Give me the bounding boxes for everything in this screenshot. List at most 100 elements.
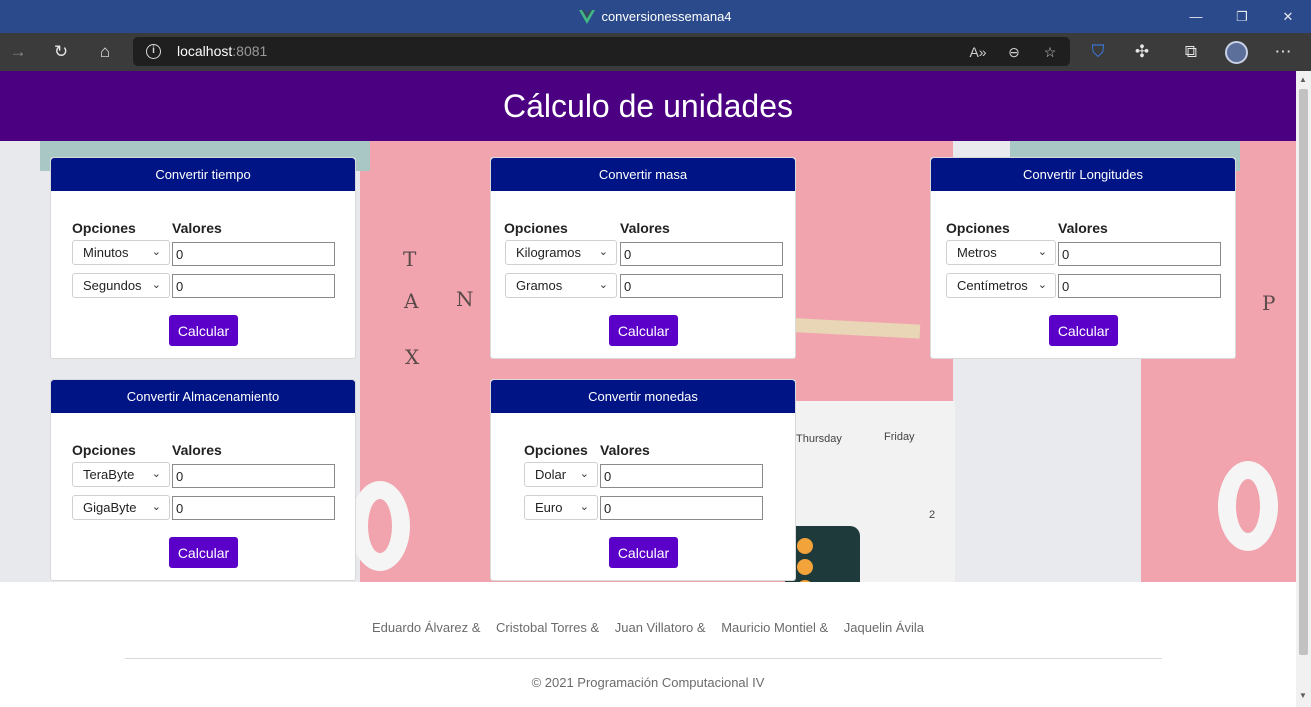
window-titlebar: conversionessemana4 — ❐ ✕ (0, 0, 1311, 33)
vue-logo-icon (579, 9, 596, 24)
minimize-icon[interactable]: — (1173, 0, 1219, 33)
unit-select-value: Kilogramos (516, 245, 582, 260)
unit-select-value: Minutos (83, 245, 129, 260)
card-title: Convertir Almacenamiento (51, 380, 355, 413)
unit-select-2[interactable]: Gramos ⌄ (505, 273, 617, 298)
scroll-up-icon[interactable]: ▲ (1299, 75, 1307, 84)
window-title-container: conversionessemana4 (0, 0, 1311, 33)
calculate-button[interactable]: Calcular (609, 537, 678, 568)
bg-calc-button (797, 559, 813, 575)
bg-letter-ring-left (350, 481, 410, 571)
restore-icon[interactable]: ❐ (1219, 0, 1265, 33)
chevron-down-icon: ⌄ (151, 501, 161, 513)
bg-calendar-friday: Friday (884, 431, 915, 443)
card-convert-time: Convertir tiempo Opciones Valores Minuto… (50, 157, 356, 359)
page-header: Cálculo de unidades (0, 71, 1296, 141)
bg-stamp-p: P (1262, 291, 1276, 315)
url-text[interactable]: localhost:8081 (177, 43, 267, 59)
bg-calculator (785, 526, 860, 582)
value-input-2[interactable]: 0 (600, 496, 763, 520)
card-title: Convertir monedas (491, 380, 795, 413)
unit-select-1[interactable]: Dolar ⌄ (524, 462, 598, 487)
value-input-2[interactable]: 0 (1058, 274, 1221, 298)
bg-stamp-x: X (405, 345, 420, 369)
options-label: Opciones (524, 442, 588, 458)
refresh-icon[interactable]: ↻ (46, 33, 76, 71)
value-input-2[interactable]: 0 (620, 274, 783, 298)
unit-select-value: Euro (535, 500, 563, 515)
chevron-down-icon: ⌄ (151, 279, 161, 291)
unit-select-2[interactable]: Segundos ⌄ (72, 273, 170, 298)
calculate-button[interactable]: Calcular (169, 537, 238, 568)
add-favorite-icon[interactable]: ☆ (1039, 41, 1061, 63)
bg-calendar-number: 2 (929, 509, 936, 521)
footer-authors: Eduardo Álvarez & Cristobal Torres & Jua… (0, 620, 1296, 635)
close-icon[interactable]: ✕ (1265, 0, 1311, 33)
unit-select-1[interactable]: Minutos ⌄ (72, 240, 170, 265)
unit-select-2[interactable]: Euro ⌄ (524, 495, 598, 520)
unit-select-1[interactable]: Metros ⌄ (946, 240, 1056, 265)
window-title: conversionessemana4 (601, 9, 732, 24)
bg-letter-ring-right (1218, 461, 1278, 551)
collections-icon[interactable]: ⧉ (1176, 33, 1206, 71)
site-info-icon[interactable]: i (146, 44, 161, 59)
chevron-down-icon: ⌄ (151, 468, 161, 480)
value-input-1[interactable]: 0 (172, 464, 335, 488)
page-scrollbar[interactable]: ▲ ▼ (1296, 71, 1311, 707)
values-label: Valores (172, 442, 222, 458)
url-host: localhost (177, 43, 233, 59)
values-label: Valores (172, 220, 222, 236)
bg-calendar-thursday: Thursday (796, 433, 842, 445)
options-label: Opciones (72, 220, 136, 236)
bg-stamp-a: A (404, 289, 419, 313)
scrollbar-thumb[interactable] (1299, 89, 1308, 655)
author-name: Juan Villatoro & (614, 620, 706, 635)
value-input-1[interactable]: 0 (172, 242, 335, 266)
unit-select-1[interactable]: Kilogramos ⌄ (505, 240, 617, 265)
address-bar[interactable]: i localhost:8081 A» ⊖ ☆ (133, 37, 1070, 66)
card-title: Convertir Longitudes (931, 158, 1235, 191)
value-input-1[interactable]: 0 (1058, 242, 1221, 266)
extension-shield-icon[interactable]: ⛉ (1083, 33, 1113, 71)
card-title: Convertir masa (491, 158, 795, 191)
page-viewport: Cálculo de unidades Thursday Friday 2 T … (0, 71, 1296, 707)
chevron-down-icon: ⌄ (579, 501, 589, 513)
read-aloud-icon[interactable]: A» (967, 41, 989, 63)
chevron-down-icon: ⌄ (1037, 279, 1047, 291)
more-menu-icon[interactable]: ⋯ (1268, 33, 1298, 71)
card-convert-length: Convertir Longitudes Opciones Valores Me… (930, 157, 1236, 359)
value-input-1[interactable]: 0 (620, 242, 783, 266)
unit-select-1[interactable]: TeraByte ⌄ (72, 462, 170, 487)
unit-select-value: GigaByte (83, 500, 137, 515)
calculate-button[interactable]: Calcular (169, 315, 238, 346)
calculate-button[interactable]: Calcular (609, 315, 678, 346)
extensions-icon[interactable]: ✣ (1127, 33, 1157, 71)
value-input-2[interactable]: 0 (172, 274, 335, 298)
browser-toolbar: → ↻ ⌂ i localhost:8081 A» ⊖ ☆ ⛉ ✣ ⧉ ⋯ (0, 33, 1311, 71)
zoom-out-icon[interactable]: ⊖ (1003, 41, 1025, 63)
unit-select-value: Centímetros (957, 278, 1028, 293)
scroll-down-icon[interactable]: ▼ (1299, 691, 1307, 700)
value-input-2[interactable]: 0 (172, 496, 335, 520)
card-title: Convertir tiempo (51, 158, 355, 191)
options-label: Opciones (946, 220, 1010, 236)
unit-select-value: Segundos (83, 278, 142, 293)
unit-select-value: Dolar (535, 467, 567, 482)
chevron-down-icon: ⌄ (598, 279, 608, 291)
author-name: Eduardo Álvarez & (372, 620, 481, 635)
author-name: Cristobal Torres & (496, 620, 600, 635)
profile-avatar[interactable] (1225, 41, 1248, 64)
options-label: Opciones (72, 442, 136, 458)
value-input-1[interactable]: 0 (600, 464, 763, 488)
forward-icon[interactable]: → (3, 33, 33, 71)
unit-select-2[interactable]: Centímetros ⌄ (946, 273, 1056, 298)
chevron-down-icon: ⌄ (151, 246, 161, 258)
chevron-down-icon: ⌄ (598, 246, 608, 258)
calculate-button[interactable]: Calcular (1049, 315, 1118, 346)
unit-select-2[interactable]: GigaByte ⌄ (72, 495, 170, 520)
values-label: Valores (620, 220, 670, 236)
page-title: Cálculo de unidades (503, 87, 793, 124)
author-name: Mauricio Montiel & (721, 620, 829, 635)
unit-select-value: Gramos (516, 278, 563, 293)
home-icon[interactable]: ⌂ (90, 33, 120, 71)
